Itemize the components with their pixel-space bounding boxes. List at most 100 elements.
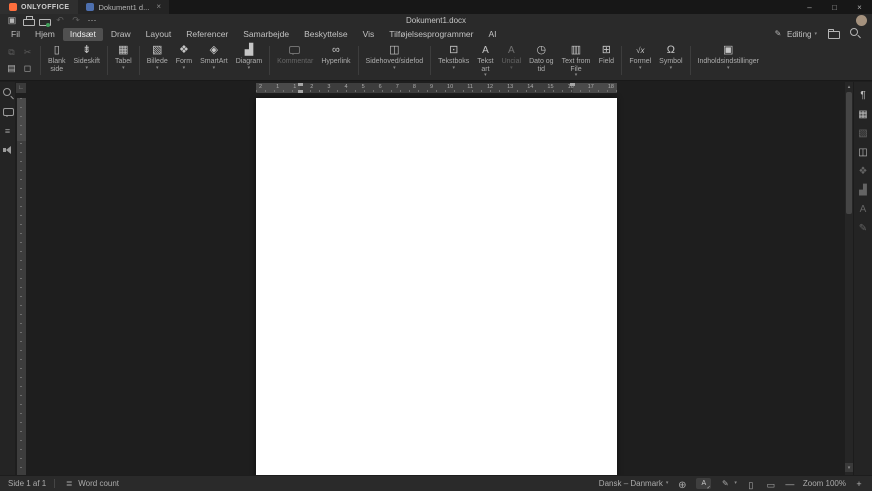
blank-page-button[interactable]: Blank side — [44, 41, 70, 80]
zoom-in-button[interactable]: + — [854, 479, 864, 489]
header-footer-button[interactable]: Sidehoved/sidefod — [362, 41, 428, 80]
document-tab[interactable]: Dokument1 d... × — [78, 0, 169, 14]
tab-indsaet[interactable]: Indsæt — [62, 27, 103, 41]
close-window-button[interactable]: × — [847, 0, 872, 14]
ruler-number: 1 — [293, 84, 297, 91]
scroll-down-arrow-icon[interactable] — [845, 463, 853, 472]
table-settings-button[interactable] — [857, 108, 870, 121]
spell-checking-button[interactable] — [696, 478, 712, 491]
redo-button[interactable] — [68, 14, 84, 27]
text-art-button[interactable]: Tekst art — [473, 41, 497, 80]
smartart-button[interactable]: SmartArt — [196, 41, 232, 80]
tab-stop-selector[interactable]: ∟ — [16, 83, 26, 93]
print-button[interactable] — [20, 14, 36, 27]
pen-mode-button[interactable] — [719, 478, 737, 490]
drop-cap-button[interactable]: Uncial — [498, 41, 525, 80]
textart-icon — [857, 204, 869, 216]
tab-tilfojelsesprogrammer[interactable]: Tilføjelsesprogrammer — [382, 28, 480, 41]
date-time-button[interactable]: Dato og tid — [525, 41, 558, 80]
scrollbar-thumb[interactable] — [846, 92, 852, 214]
tab-beskyttelse[interactable]: Beskyttelse — [297, 28, 354, 41]
symbol-button[interactable]: Symbol — [655, 41, 686, 80]
fit-to-page-button[interactable] — [745, 476, 757, 491]
right-indent-marker[interactable] — [570, 83, 575, 86]
menu-tab-label: Vis — [362, 29, 375, 39]
close-tab-icon[interactable]: × — [156, 3, 161, 11]
editing-mode-button[interactable]: Editing — [772, 28, 817, 40]
document-page[interactable] — [256, 98, 617, 475]
user-avatar[interactable] — [856, 15, 867, 26]
tab-layout[interactable]: Layout — [139, 28, 179, 41]
hyperlink-button[interactable]: Hyperlink — [317, 41, 354, 80]
left-indent-marker[interactable] — [298, 90, 303, 93]
image-button[interactable]: Billede — [143, 41, 172, 80]
tab-hjem[interactable]: Hjem — [28, 28, 62, 41]
tab-referencer[interactable]: Referencer — [179, 28, 235, 41]
quick-print-button[interactable] — [36, 14, 52, 27]
field-button[interactable]: Field — [594, 41, 618, 80]
menu-tab-label: Hjem — [34, 29, 55, 39]
paste-button[interactable] — [4, 61, 19, 76]
ruler-number: 13 — [507, 84, 514, 91]
shape-settings-button[interactable] — [857, 165, 870, 178]
app-menu-button[interactable]: ONLYOFFICE — [0, 0, 79, 14]
tab-draw[interactable]: Draw — [104, 28, 138, 41]
tab-vis[interactable]: Vis — [356, 28, 382, 41]
table-button[interactable]: Tabel — [111, 41, 136, 80]
zoom-level-label[interactable]: Zoom 100% — [803, 479, 846, 488]
vertical-scrollbar[interactable] — [845, 82, 853, 475]
search-icon — [849, 27, 861, 39]
zoom-out-button[interactable]: — — [785, 479, 795, 489]
image-icon — [857, 128, 869, 140]
navigation-panel-button[interactable] — [2, 125, 14, 137]
ruler-number: 8 — [412, 84, 416, 91]
language-selector[interactable]: Dansk – Danmark — [599, 479, 669, 488]
content-controls-button[interactable]: Indholdsindstillinger — [694, 41, 763, 80]
feedback-support-button[interactable] — [2, 144, 14, 156]
text-from-file-button[interactable]: Text from File — [558, 41, 595, 80]
page-break-button[interactable]: Sideskift — [70, 41, 104, 80]
word-count-button[interactable]: Word count — [63, 478, 119, 490]
menu-tab-label: Beskyttelse — [304, 29, 348, 39]
signature-settings-button[interactable] — [857, 222, 870, 235]
chart-settings-button[interactable] — [857, 184, 870, 197]
select-icon — [22, 63, 34, 75]
menubar: Fil Hjem Indsæt Draw Layout Referencer Samarbe… — [0, 27, 872, 41]
document-language-button[interactable] — [676, 476, 688, 491]
scroll-up-arrow-icon[interactable] — [845, 82, 853, 91]
customize-quick-access-button[interactable] — [84, 14, 100, 27]
textart-settings-button[interactable] — [857, 203, 870, 216]
more-icon — [86, 15, 98, 27]
tab-fil[interactable]: Fil — [4, 28, 27, 41]
equation-button[interactable]: Formel — [625, 41, 655, 80]
comments-panel-button[interactable] — [2, 106, 14, 118]
tab-samarbejde[interactable]: Samarbejde — [236, 28, 296, 41]
save-button[interactable] — [4, 14, 20, 27]
fit-to-width-button[interactable] — [765, 476, 777, 491]
image-settings-button[interactable] — [857, 127, 870, 140]
search-button[interactable] — [849, 27, 861, 42]
headerfooter-settings-button[interactable] — [857, 146, 870, 159]
ribbon-divider — [357, 46, 359, 75]
cut-button[interactable] — [20, 45, 35, 60]
copy-button[interactable] — [4, 45, 19, 60]
textbox-button[interactable]: Tekstboks — [434, 41, 473, 80]
ruler-number: 6 — [378, 84, 382, 91]
maximize-button[interactable]: □ — [822, 0, 847, 14]
select-all-button[interactable] — [20, 61, 35, 76]
comment-button[interactable]: Kommentar — [273, 41, 317, 80]
menu-tab-label: Referencer — [186, 29, 229, 39]
open-file-location-button[interactable] — [827, 27, 840, 42]
page-count-label[interactable]: Side 1 af 1 — [8, 479, 46, 488]
megaphone-icon — [2, 144, 14, 156]
first-line-indent-marker[interactable] — [298, 83, 303, 86]
shape-button[interactable]: Form — [172, 41, 196, 80]
chart-button[interactable]: Diagram — [232, 41, 266, 80]
undo-button[interactable] — [52, 14, 68, 27]
paragraph-settings-button[interactable] — [857, 89, 870, 102]
tab-ai[interactable]: AI — [481, 28, 503, 41]
minimize-button[interactable]: – — [797, 0, 822, 14]
ruler-number: 1 — [276, 84, 280, 91]
search-panel-button[interactable] — [2, 87, 14, 99]
statusbar-divider — [54, 479, 56, 488]
